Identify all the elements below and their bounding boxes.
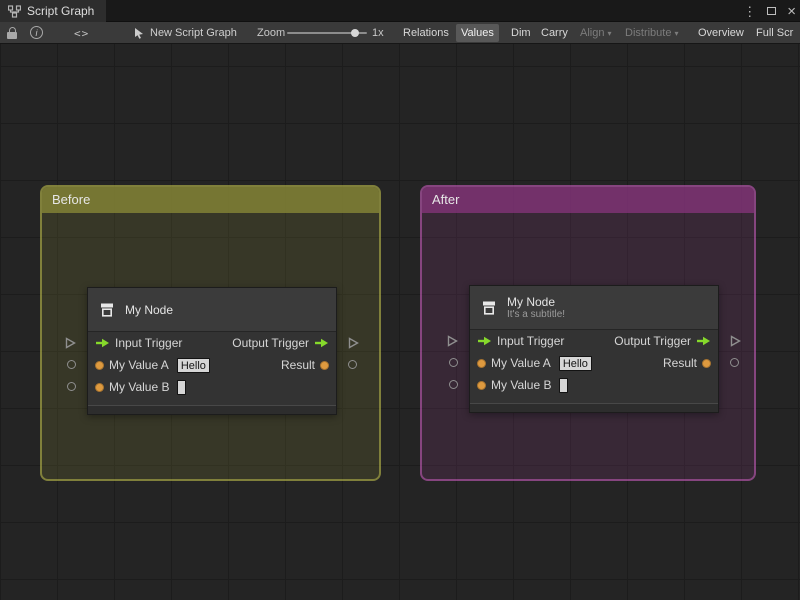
value-a-field[interactable]: Hello bbox=[558, 355, 592, 371]
value-b-label: My Value B bbox=[109, 380, 170, 394]
chevron-down-icon: ▾ bbox=[674, 29, 679, 38]
port-row-value-a: My Value A Hello Result bbox=[470, 352, 718, 374]
ext-flow-out-port[interactable] bbox=[730, 335, 741, 347]
close-button[interactable]: × bbox=[787, 4, 796, 19]
output-trigger-label: Output Trigger bbox=[614, 334, 691, 348]
ext-flow-in-port[interactable] bbox=[65, 337, 76, 349]
ext-value-b-port[interactable] bbox=[67, 382, 76, 391]
tab-title: Script Graph bbox=[27, 4, 95, 18]
zoom-slider[interactable] bbox=[287, 22, 367, 43]
flow-in-port-icon[interactable] bbox=[477, 336, 492, 346]
node-header[interactable]: My Node bbox=[88, 288, 336, 332]
port-row-value-b: My Value B bbox=[88, 376, 336, 398]
dim-button[interactable]: Dim bbox=[506, 24, 536, 42]
port-row-value-b: My Value B bbox=[470, 374, 718, 396]
zoom-slider-knob[interactable] bbox=[351, 29, 359, 37]
value-a-label: My Value A bbox=[109, 358, 169, 372]
tab-bar: Script Graph ⋮ × bbox=[0, 0, 800, 22]
ext-flow-out-port[interactable] bbox=[348, 337, 359, 349]
graph-canvas[interactable]: Before My Node Input Trigger Output Trig… bbox=[0, 44, 800, 600]
value-b-port-icon[interactable] bbox=[95, 382, 104, 392]
window-controls: ⋮ × bbox=[743, 0, 796, 22]
value-a-field[interactable]: Hello bbox=[176, 357, 210, 373]
node-footer bbox=[470, 403, 718, 412]
info-icon[interactable]: i bbox=[30, 26, 43, 39]
node-header[interactable]: My Node It's a subtitle! bbox=[470, 286, 718, 330]
zoom-label: Zoom bbox=[257, 27, 286, 39]
port-row-value-a: My Value A Hello Result bbox=[88, 354, 336, 376]
flow-out-port-icon[interactable] bbox=[314, 338, 329, 348]
value-a-label: My Value A bbox=[491, 356, 551, 370]
code-icon[interactable]: <> bbox=[74, 22, 89, 43]
distribute-dropdown[interactable]: Distribute ▾ bbox=[620, 24, 683, 42]
flow-out-port-icon[interactable] bbox=[696, 336, 711, 346]
group-before[interactable]: Before My Node Input Trigger Output Trig… bbox=[40, 185, 381, 481]
ext-result-port[interactable] bbox=[348, 360, 357, 369]
result-port-icon[interactable] bbox=[320, 360, 329, 370]
fullscreen-button[interactable]: Full Scr bbox=[751, 24, 798, 42]
lock-icon[interactable] bbox=[7, 22, 17, 43]
group-after-title[interactable]: After bbox=[422, 187, 754, 213]
node-title: My Node bbox=[125, 302, 174, 317]
value-b-field[interactable] bbox=[559, 377, 569, 393]
node-my-node-after[interactable]: My Node It's a subtitle! Input Trigger O… bbox=[447, 285, 741, 413]
chevron-down-icon: ▾ bbox=[607, 29, 612, 38]
output-trigger-label: Output Trigger bbox=[232, 336, 309, 350]
result-port-icon[interactable] bbox=[702, 358, 711, 368]
group-after[interactable]: After My Node It's a subtitle! Input Tri… bbox=[420, 185, 756, 481]
ext-value-a-port[interactable] bbox=[67, 360, 76, 369]
window-menu-button[interactable]: ⋮ bbox=[743, 5, 756, 18]
ext-flow-in-port[interactable] bbox=[447, 335, 458, 347]
maximize-button[interactable] bbox=[767, 2, 777, 20]
maximize-icon bbox=[767, 7, 777, 15]
input-trigger-label: Input Trigger bbox=[497, 334, 565, 348]
value-a-port-icon[interactable] bbox=[95, 360, 104, 370]
values-button[interactable]: Values bbox=[456, 24, 499, 42]
result-label: Result bbox=[280, 358, 315, 372]
ext-value-b-port[interactable] bbox=[449, 380, 458, 389]
group-before-title[interactable]: Before bbox=[42, 187, 379, 213]
tab-script-graph[interactable]: Script Graph bbox=[0, 0, 107, 22]
align-label: Align bbox=[580, 27, 605, 39]
input-trigger-label: Input Trigger bbox=[115, 336, 183, 350]
zoom-slider-track[interactable] bbox=[287, 29, 367, 37]
flow-in-port-icon[interactable] bbox=[95, 338, 110, 348]
value-a-port-icon[interactable] bbox=[477, 358, 486, 368]
ext-result-port[interactable] bbox=[730, 358, 739, 367]
script-graph-window: Script Graph ⋮ × i <> New Script Graph Z… bbox=[0, 0, 800, 600]
node-my-node-before[interactable]: My Node Input Trigger Output Trigger My … bbox=[65, 287, 359, 415]
ext-value-a-port[interactable] bbox=[449, 358, 458, 367]
overview-button[interactable]: Overview bbox=[693, 24, 749, 42]
graph-toolbar: i <> New Script Graph Zoom 1x Relations … bbox=[0, 22, 800, 44]
unit-icon bbox=[98, 301, 116, 319]
distribute-label: Distribute bbox=[625, 27, 672, 39]
node-subtitle: It's a subtitle! bbox=[507, 308, 566, 320]
result-label: Result bbox=[662, 356, 697, 370]
port-row-triggers: Input Trigger Output Trigger bbox=[88, 332, 336, 354]
align-dropdown[interactable]: Align ▾ bbox=[575, 24, 616, 42]
value-b-field[interactable] bbox=[177, 379, 187, 395]
carry-button[interactable]: Carry bbox=[536, 24, 573, 42]
port-row-triggers: Input Trigger Output Trigger bbox=[470, 330, 718, 352]
graph-name-label[interactable]: New Script Graph bbox=[150, 22, 237, 43]
node-footer bbox=[88, 405, 336, 414]
unit-icon bbox=[480, 299, 498, 317]
relations-button[interactable]: Relations bbox=[398, 24, 454, 42]
value-b-label: My Value B bbox=[491, 378, 552, 392]
script-graph-icon bbox=[8, 4, 21, 18]
value-b-port-icon[interactable] bbox=[477, 380, 486, 390]
graph-cursor-icon bbox=[133, 22, 145, 43]
zoom-value: 1x bbox=[372, 27, 384, 39]
lock-body bbox=[7, 32, 17, 39]
node-title: My Node bbox=[507, 294, 556, 309]
